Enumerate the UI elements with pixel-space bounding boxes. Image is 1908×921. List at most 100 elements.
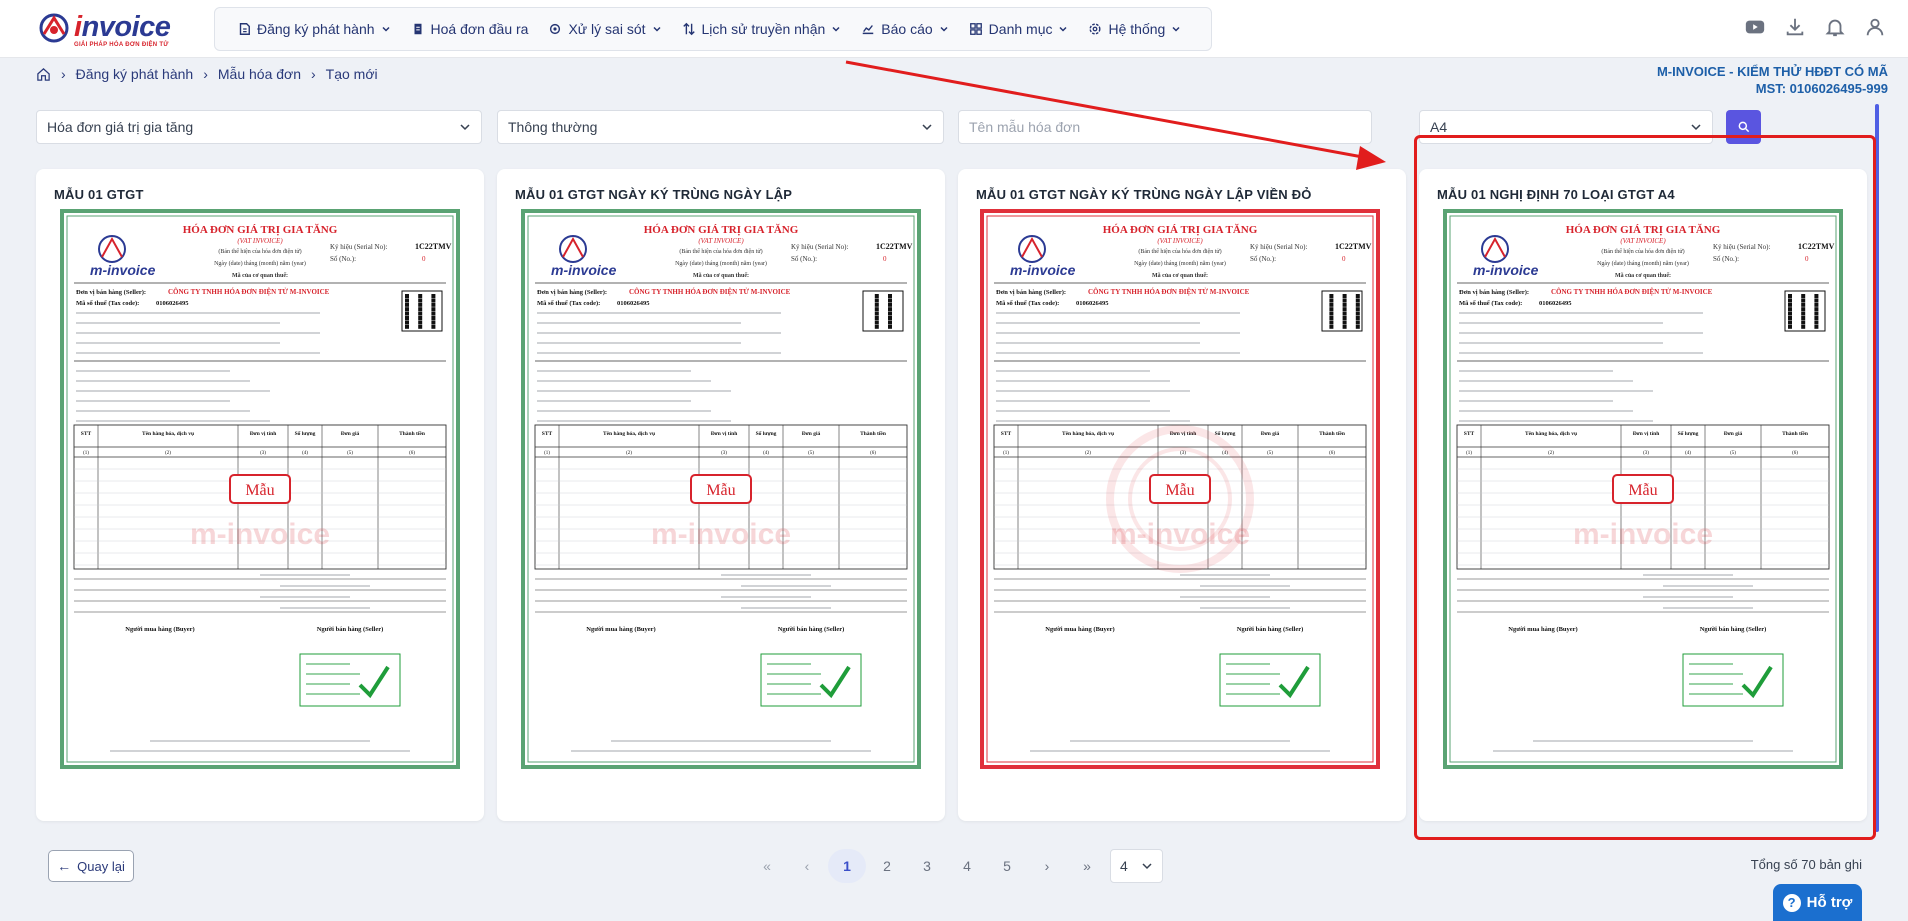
invoice-out-icon [414,23,422,35]
svg-text:STT: STT [1464,431,1475,437]
page-button-3[interactable]: 3 [908,849,946,883]
search-icon [1738,121,1749,133]
chevron-down-icon [1059,26,1068,32]
help-button[interactable]: ? Hỗ trợ [1773,884,1862,921]
logo-tagline: GIẢI PHÁP HÓA ĐƠN ĐIỆN TỬ [74,42,169,48]
home-icon[interactable] [36,67,51,82]
menu-item-label: Danh mục [988,21,1053,37]
svg-text:Người bán hàng (Seller): Người bán hàng (Seller) [1237,626,1304,633]
page-button-1[interactable]: 1 [828,849,866,883]
svg-text:(6): (6) [1329,451,1335,456]
svg-text:(1): (1) [1003,451,1009,456]
template-card[interactable]: MẪU 01 GTGT NGÀY KÝ TRÙNG NGÀY LẬP VIỀN … [958,169,1406,821]
svg-text:Mã số thuế (Tax code):: Mã số thuế (Tax code): [76,300,139,307]
svg-text:1C22TMV: 1C22TMV [1335,242,1372,251]
svg-text:m-invoice: m-invoice [90,262,156,278]
scrollbar[interactable] [1875,104,1879,832]
template-card[interactable]: MẪU 01 GTGT NGÀY KÝ TRÙNG NGÀY LẬP m-invo… [497,169,945,821]
paper-size-value: A4 [1430,119,1448,135]
invoice-type-select[interactable]: Hóa đơn giá trị gia tăng [36,110,482,144]
svg-text:Số (No.):: Số (No.): [330,255,356,263]
svg-text:Đơn vị tính: Đơn vị tính [1633,431,1660,437]
svg-text:(2): (2) [626,451,632,456]
svg-text:Mẫu: Mẫu [1628,482,1657,499]
svg-text:HÓA ĐƠN GIÁ TRỊ GIA TĂNG: HÓA ĐƠN GIÁ TRỊ GIA TĂNG [1103,224,1258,236]
youtube-icon[interactable] [1744,16,1766,38]
breadcrumb-templates[interactable]: Mẫu hóa đơn [218,66,301,82]
svg-text:(1): (1) [544,451,550,456]
gear-icon [1089,23,1101,35]
svg-text:STT: STT [542,431,553,437]
svg-text:(VAT INVOICE): (VAT INVOICE) [1620,237,1666,245]
svg-text:Mã của cơ quan thuế:: Mã của cơ quan thuế: [232,272,288,279]
menu-item-3[interactable]: Xử lý sai sót [538,7,671,51]
breadcrumb-register[interactable]: Đăng ký phát hành [76,66,194,82]
main-menu: Đăng ký phát hành Hoá đơn đầu ra Xử lý sai… [214,7,1212,51]
svg-text:0106026495: 0106026495 [1076,300,1109,307]
menu-item-5[interactable]: Báo cáo [851,7,958,51]
menu-item-4[interactable]: Lịch sử truyền nhận [672,7,852,51]
svg-text:(6): (6) [409,451,415,456]
menu-item-label: Xử lý sai sót [568,21,646,37]
svg-text:(3): (3) [1643,451,1649,456]
svg-text:Số lượng: Số lượng [756,430,777,437]
svg-text:Số (No.):: Số (No.): [1713,255,1739,263]
svg-text:m-invoice: m-invoice [1473,262,1539,278]
user-icon[interactable] [1864,16,1886,38]
svg-text:Đơn vị bán hàng (Seller):: Đơn vị bán hàng (Seller): [1459,289,1529,296]
menu-item-1[interactable]: Đăng ký phát hành [227,7,401,51]
chevron-down-icon [1172,26,1180,32]
menu-item-label: Lịch sử truyền nhận [701,21,826,37]
svg-text:1C22TMV: 1C22TMV [876,242,913,251]
page-size-value: 4 [1120,858,1128,874]
svg-text:(Bản thể hiện của hóa đơn điện: (Bản thể hiện của hóa đơn điện tử) [1138,248,1221,255]
svg-text:(6): (6) [1792,451,1798,456]
svg-text:CÔNG TY TNHH HÓA ĐƠN ĐIỆN TỬ M: CÔNG TY TNHH HÓA ĐƠN ĐIỆN TỬ M-INVOICE [1551,288,1713,296]
template-card[interactable]: MẪU 01 NGHỊ ĐỊNH 70 LOẠI GTGT A4 m-invoic… [1419,169,1867,821]
invoice-preview: m-invoice Ký hiệu (Serial No): 1C22TMV Số (… [1441,207,1845,771]
last-page-button[interactable]: » [1068,849,1106,883]
template-style-select[interactable]: Thông thường [497,110,944,144]
settings-fix-icon [550,23,561,35]
svg-text:Mẫu: Mẫu [706,482,735,499]
header-actions [1744,16,1886,38]
svg-text:Đơn vị bán hàng (Seller):: Đơn vị bán hàng (Seller): [996,289,1066,296]
chart-report-icon [863,25,874,35]
company-name: M-INVOICE - KIỂM THỬ HĐĐT CÓ MÃ [1656,64,1888,79]
menu-item-7[interactable]: Hệ thống [1078,7,1191,51]
template-name-input[interactable]: Tên mẫu hóa đơn [958,110,1372,144]
page-button-4[interactable]: 4 [948,849,986,883]
company-info: M-INVOICE - KIỂM THỬ HĐĐT CÓ MÃ MST: 010… [1657,63,1888,97]
svg-text:Tên hàng hóa, dịch vụ: Tên hàng hóa, dịch vụ [1062,431,1114,437]
menu-item-2[interactable]: Hoá đơn đầu ra [401,7,539,51]
next-page-button[interactable]: › [1028,849,1066,883]
svg-text:1C22TMV: 1C22TMV [1798,242,1835,251]
svg-text:(4): (4) [763,451,769,456]
download-icon[interactable] [1784,16,1806,38]
minvoice-logo[interactable]: invoice GIẢI PHÁP HÓA ĐƠN ĐIỆN TỬ [36,10,176,48]
svg-text:Người mua hàng (Buyer): Người mua hàng (Buyer) [125,626,194,633]
svg-text:(4): (4) [302,451,308,456]
page-size-select[interactable]: 4 [1110,849,1163,883]
page-button-5[interactable]: 5 [988,849,1026,883]
first-page-button[interactable]: « [748,849,786,883]
svg-text:(VAT INVOICE): (VAT INVOICE) [1157,237,1203,245]
svg-text:1C22TMV: 1C22TMV [415,242,452,251]
back-button[interactable]: ← Quay lại [48,850,134,882]
menu-item-6[interactable]: Danh mục [959,7,1079,51]
page-button-2[interactable]: 2 [868,849,906,883]
bell-icon[interactable] [1824,16,1846,38]
svg-text:Thành tiền: Thành tiền [1782,430,1808,437]
prev-page-button[interactable]: ‹ [788,849,826,883]
svg-text:Thành tiền: Thành tiền [860,430,886,437]
template-card[interactable]: MẪU 01 GTGT m-invoice Ký hiệu (Serial No):… [36,169,484,821]
svg-text:(1): (1) [83,451,89,456]
search-button[interactable] [1726,110,1761,144]
breadcrumb-separator: › [203,66,208,82]
paper-size-select[interactable]: A4 [1419,110,1713,144]
svg-text:CÔNG TY TNHH HÓA ĐƠN ĐIỆN TỬ M: CÔNG TY TNHH HÓA ĐƠN ĐIỆN TỬ M-INVOICE [629,288,791,296]
svg-text:STT: STT [81,431,92,437]
chevron-down-icon [382,26,390,32]
chevron-down-icon [460,124,470,131]
menu-item-label: Hoá đơn đầu ra [430,21,529,37]
